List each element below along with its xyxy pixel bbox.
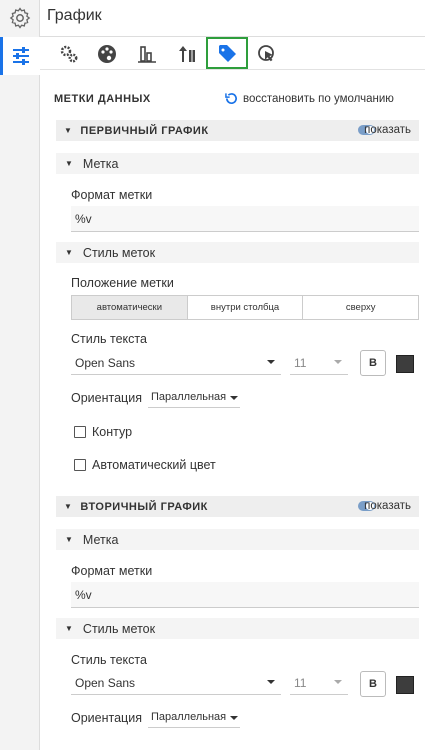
chevron-down-icon <box>334 680 342 684</box>
gear-icon[interactable] <box>8 6 32 30</box>
gears-icon <box>60 45 78 63</box>
style-subsection[interactable]: ▼ Стиль меток <box>56 618 419 639</box>
orientation-select[interactable]: Параллельная <box>147 388 241 408</box>
color-swatch[interactable] <box>396 676 414 694</box>
chevron-down-icon: ▼ <box>65 248 73 257</box>
tab-sort[interactable] <box>174 41 200 67</box>
primary-chart-section[interactable]: ▼ ПЕРВИЧНЫЙ ГРАФИК показать <box>56 120 419 141</box>
format-input[interactable]: %v <box>71 582 419 608</box>
font-value: Open Sans <box>75 356 136 370</box>
left-rail <box>0 0 40 750</box>
label-subsection-title: Метка <box>82 532 119 547</box>
orientation-label: Ориентация <box>71 711 142 725</box>
tag-icon <box>219 45 236 62</box>
autocolor-label: Автоматический цвет <box>92 458 216 472</box>
restore-label: восстановить по умолчанию <box>243 92 394 105</box>
restore-defaults-link[interactable]: восстановить по умолчанию <box>225 92 394 105</box>
bold-button[interactable]: B <box>360 350 386 376</box>
size-value: 11 <box>294 676 307 690</box>
refresh-icon <box>225 93 237 105</box>
app: График МЕТКИ ДАННЫХ восстановить по умол… <box>0 0 425 750</box>
font-select[interactable]: Open Sans <box>71 671 281 695</box>
size-select[interactable]: 11 <box>290 351 348 375</box>
chevron-down-icon: ▼ <box>65 159 73 168</box>
outline-label: Контур <box>92 425 133 439</box>
label-subsection[interactable]: ▼ Метка <box>56 153 419 174</box>
sliders-tab[interactable] <box>0 37 40 75</box>
outline-checkbox[interactable]: Контур <box>74 425 132 439</box>
label-subsection[interactable]: ▼ Метка <box>56 529 419 550</box>
tab-data-labels[interactable] <box>206 37 248 69</box>
secondary-chart-section[interactable]: ▼ ВТОРИЧНЫЙ ГРАФИК показать <box>56 496 419 517</box>
bold-button[interactable]: B <box>360 671 386 697</box>
show-label: показать <box>364 500 411 512</box>
chevron-down-icon <box>334 360 342 364</box>
sliders-icon <box>13 47 29 65</box>
position-auto[interactable]: автоматически <box>72 296 188 319</box>
position-label: Положение метки <box>71 276 174 290</box>
position-segmented: автоматически внутри столбца сверху <box>71 295 419 320</box>
cursor-click-icon <box>258 45 274 62</box>
style-subsection[interactable]: ▼ Стиль меток <box>56 242 419 263</box>
chevron-down-icon: ▼ <box>64 502 73 511</box>
show-label: показать <box>364 124 411 136</box>
position-top[interactable]: сверху <box>303 296 418 319</box>
size-select[interactable]: 11 <box>290 671 348 695</box>
style-subsection-title: Стиль меток <box>82 621 156 636</box>
font-select[interactable]: Open Sans <box>71 351 281 375</box>
format-label: Формат метки <box>71 188 153 202</box>
tab-bar-chart[interactable] <box>134 41 160 67</box>
label-subsection-title: Метка <box>82 156 119 171</box>
bar-chart-icon <box>138 46 156 63</box>
tab-settings[interactable] <box>56 41 82 67</box>
chevron-down-icon: ▼ <box>64 126 73 135</box>
orientation-row: Ориентация Параллельная <box>71 388 241 408</box>
position-inside[interactable]: внутри столбца <box>188 296 304 319</box>
orientation-row: Ориентация Параллельная <box>71 708 241 728</box>
tab-interactivity[interactable] <box>254 41 280 67</box>
autocolor-checkbox[interactable]: Автоматический цвет <box>74 458 216 472</box>
format-input[interactable]: %v <box>71 206 419 232</box>
text-style-label: Стиль текста <box>71 332 147 346</box>
orientation-label: Ориентация <box>71 391 142 405</box>
chevron-down-icon: ▼ <box>65 535 73 544</box>
chevron-down-icon: ▼ <box>65 624 73 633</box>
checkbox-box[interactable] <box>74 426 86 438</box>
sort-arrows-icon <box>179 46 195 62</box>
section-heading: МЕТКИ ДАННЫХ <box>54 93 151 105</box>
chevron-down-icon <box>267 360 275 364</box>
chevron-down-icon <box>267 680 275 684</box>
palette-icon <box>98 45 116 63</box>
secondary-title: ВТОРИЧНЫЙ ГРАФИК <box>80 500 208 513</box>
orientation-select[interactable]: Параллельная <box>147 708 241 728</box>
style-subsection-title: Стиль меток <box>82 245 156 260</box>
color-swatch[interactable] <box>396 355 414 373</box>
page-title: График <box>47 7 102 24</box>
tab-palette[interactable] <box>94 41 120 67</box>
font-value: Open Sans <box>75 676 136 690</box>
toolbar <box>40 37 425 70</box>
primary-title: ПЕРВИЧНЫЙ ГРАФИК <box>80 124 209 137</box>
checkbox-box[interactable] <box>74 459 86 471</box>
size-value: 11 <box>294 356 307 370</box>
text-style-label: Стиль текста <box>71 653 147 667</box>
format-label: Формат метки <box>71 564 153 578</box>
